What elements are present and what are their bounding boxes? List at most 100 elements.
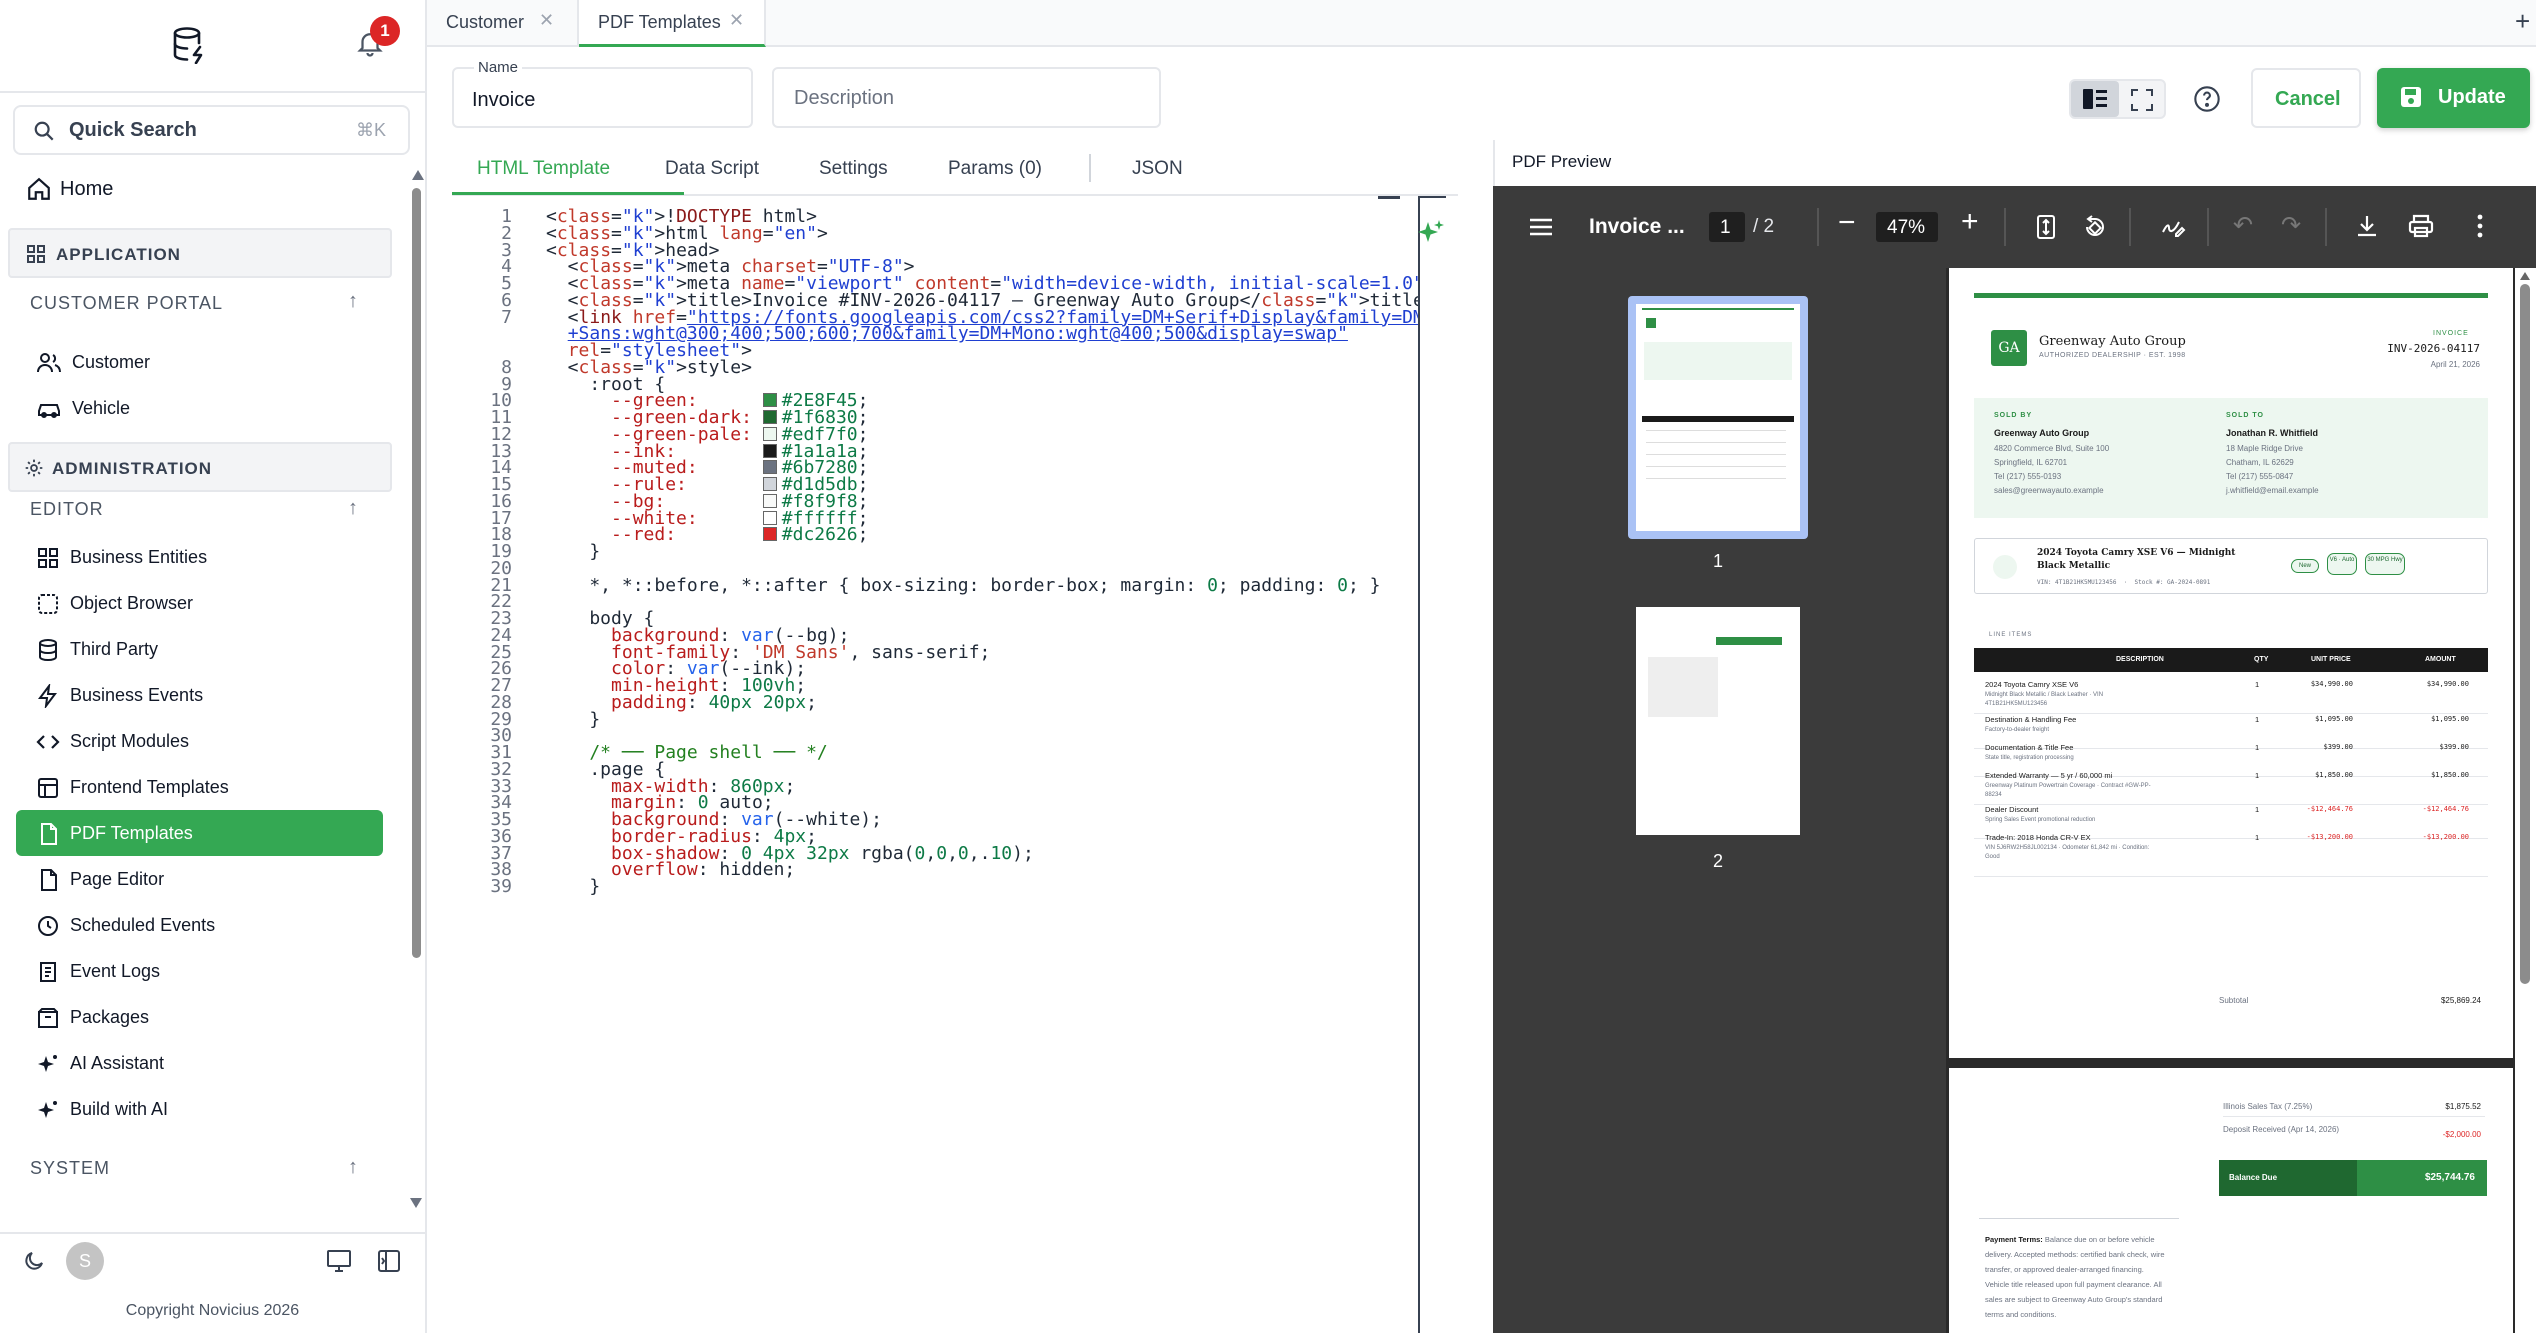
table-header: DESCRIPTION QTY UNIT PRICE AMOUNT <box>1974 648 2488 672</box>
row-amount: -$12,464.76 <box>2422 805 2469 813</box>
zoom-input[interactable]: 47% <box>1876 212 1938 242</box>
grid-icon <box>26 244 46 264</box>
sidebar: 1 Quick Search ⌘K Home APPLICATION CUSTO… <box>0 0 427 1333</box>
zoom-out-icon[interactable]: − <box>1838 206 1856 240</box>
section-application[interactable]: APPLICATION <box>8 228 392 278</box>
vehicle-vin: VIN: 4T1B21HK5MU123456 · Stock #: GA-202… <box>2037 579 2211 586</box>
row-description: Dealer Discount <box>1985 805 2039 814</box>
sidebar-scrollbar[interactable] <box>410 170 424 1208</box>
sidebar-footer: S <box>0 1232 425 1287</box>
pdf-viewport[interactable]: 1 2 GA Greenway Auto Group AUTHORIZED DE… <box>1493 268 2536 1333</box>
tab-html-template[interactable]: HTML Template <box>477 158 610 180</box>
group-editor[interactable]: EDITOR <box>30 499 104 520</box>
tab-data-script[interactable]: Data Script <box>665 158 759 180</box>
draw-icon[interactable] <box>2160 214 2186 240</box>
group-system[interactable]: SYSTEM <box>30 1158 110 1179</box>
fit-page-icon[interactable] <box>2036 214 2056 240</box>
copyright: Copyright Novicius 2026 <box>125 1302 300 1319</box>
help-icon[interactable] <box>2193 85 2221 113</box>
thumbnail-page-2[interactable] <box>1636 607 1800 835</box>
nav-page-editor[interactable]: Page Editor <box>16 856 383 902</box>
nav-business-events[interactable]: Business Events <box>16 672 383 718</box>
badge-new: New <box>2291 559 2319 573</box>
split-view-button[interactable] <box>2071 81 2119 117</box>
group-customer-portal[interactable]: CUSTOMER PORTAL <box>30 293 223 314</box>
car-icon <box>36 397 60 419</box>
preview-scrollbar[interactable] <box>2515 268 2536 1333</box>
fullscreen-icon[interactable] <box>2131 89 2153 111</box>
ai-sparkle-icon[interactable] <box>1416 218 1446 248</box>
more-options-icon[interactable] <box>2477 214 2483 238</box>
print-icon[interactable] <box>2408 214 2434 238</box>
nav-script-modules[interactable]: Script Modules <box>16 718 383 764</box>
tab-settings[interactable]: Settings <box>819 158 888 180</box>
database-logo-icon[interactable] <box>172 26 208 64</box>
quick-search[interactable]: Quick Search ⌘K <box>13 105 410 155</box>
sold-to-line: 18 Maple Ridge Drive <box>2226 444 2303 453</box>
invoice-row: Extended Warranty — 5 yr / 60,000 mi Gree… <box>1974 771 2488 805</box>
collapse-arrow-icon[interactable]: ↑ <box>348 497 358 520</box>
rotate-icon[interactable] <box>2081 214 2109 240</box>
invoice-top-rule <box>1974 293 2488 298</box>
tab-params[interactable]: Params (0) <box>948 158 1042 180</box>
update-button[interactable]: Update <box>2377 68 2530 128</box>
section-administration[interactable]: ADMINISTRATION <box>8 442 392 492</box>
nav-event-logs[interactable]: Event Logs <box>16 948 383 994</box>
company-tagline: AUTHORIZED DEALERSHIP · EST. 1998 <box>2039 352 2186 359</box>
nav-ai-assistant[interactable]: AI Assistant <box>16 1040 383 1086</box>
header-amount: AMOUNT <box>2425 656 2456 663</box>
collapse-arrow-icon[interactable]: ↑ <box>348 290 358 313</box>
subtotal-value: $25,869.24 <box>2440 996 2481 1005</box>
row-subtext: VIN 5J6RW2H58JL002134 · Odometer 61,842 … <box>1985 845 2150 860</box>
nav-frontend-templates-label: Frontend Templates <box>70 777 229 797</box>
nav-packages[interactable]: Packages <box>16 994 383 1040</box>
thumbnail-page-1[interactable] <box>1628 296 1808 539</box>
row-subtext: Spring Sales Event promotional reduction <box>1985 817 2096 823</box>
editor-tabs: HTML Template Data Script Settings Param… <box>452 140 1458 196</box>
tab-json[interactable]: JSON <box>1132 158 1183 180</box>
nav-script-modules-label: Script Modules <box>70 731 190 751</box>
invoice-row: 2024 Toyota Camry XSE V6 Midnight Black M… <box>1974 680 2488 714</box>
nav-scheduled-events[interactable]: Scheduled Events <box>16 902 383 948</box>
nav-object-browser[interactable]: Object Browser <box>16 580 383 626</box>
nav-frontend-templates[interactable]: Frontend Templates <box>16 764 383 810</box>
close-icon[interactable]: ✕ <box>729 10 744 31</box>
page-number-input[interactable]: 1 <box>1709 212 1745 242</box>
subtotal-label: Subtotal <box>2219 996 2249 1005</box>
payment-terms: Payment Terms: Balance due on or before … <box>1985 1232 2165 1322</box>
cancel-label: Cancel <box>2275 88 2341 110</box>
cancel-button[interactable]: Cancel <box>2251 68 2361 128</box>
section-administration-label: ADMINISTRATION <box>52 459 213 478</box>
download-icon[interactable] <box>2355 214 2379 238</box>
tab-pdf-templates[interactable]: PDF Templates ✕ <box>579 0 766 47</box>
sold-by-line: Springfield, IL 62701 <box>1994 458 2068 467</box>
save-icon <box>2400 86 2422 108</box>
nav-business-entities[interactable]: Business Entities <box>16 534 383 580</box>
thumbnail-sidebar: 1 2 <box>1493 268 1946 1333</box>
undo-icon[interactable]: ↶ <box>2233 211 2253 240</box>
close-icon[interactable]: ✕ <box>539 10 554 31</box>
new-tab-plus-icon[interactable]: + <box>2515 6 2530 37</box>
monitor-icon[interactable] <box>326 1249 352 1273</box>
nav-customer[interactable]: Customer <box>16 339 383 385</box>
badge-mpg: 30 MPG Hwy <box>2365 553 2405 575</box>
sold-to-label: SOLD TO <box>2226 412 2264 419</box>
zoom-in-icon[interactable]: + <box>1961 205 1979 239</box>
nav-pdf-templates[interactable]: PDF Templates <box>16 810 383 856</box>
preview-divider <box>1493 140 1495 186</box>
nav-vehicle[interactable]: Vehicle <box>16 385 383 431</box>
sidebar-toggle-icon[interactable] <box>377 1249 401 1273</box>
collapse-arrow-icon[interactable]: ↑ <box>348 1156 358 1179</box>
nav-third-party[interactable]: Third Party <box>16 626 383 672</box>
avatar[interactable]: S <box>66 1242 104 1280</box>
description-field[interactable]: Description <box>772 67 1161 128</box>
redo-icon[interactable]: ↷ <box>2281 211 2301 240</box>
sold-by-line: 4820 Commerce Blvd, Suite 100 <box>1994 444 2110 453</box>
menu-icon[interactable] <box>1529 217 1553 237</box>
moon-icon[interactable] <box>22 1249 46 1273</box>
code-editor[interactable]: 1 <class="k">!DOCTYPE html> 2 <class="k">ht… <box>452 196 1448 1333</box>
tab-customer[interactable]: Customer ✕ <box>427 0 579 47</box>
nav-build-with-ai[interactable]: Build with AI <box>16 1086 383 1132</box>
row-qty: 1 <box>2255 743 2260 752</box>
name-field[interactable]: Name Invoice <box>452 59 753 128</box>
